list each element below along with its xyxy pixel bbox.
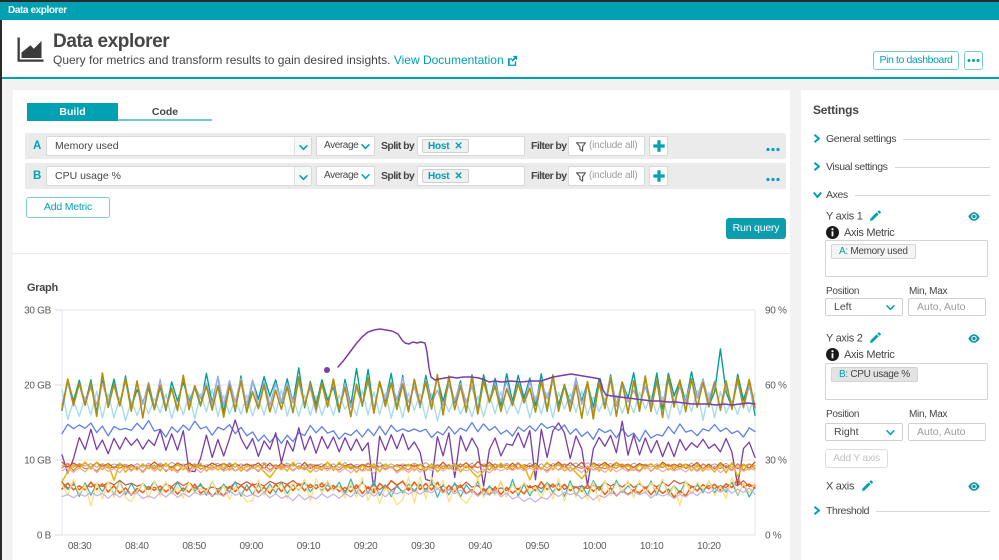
svg-text:10 GB: 10 GB xyxy=(24,456,51,467)
svg-text:09:00: 09:00 xyxy=(240,541,264,552)
svg-text:08:40: 08:40 xyxy=(125,541,149,552)
svg-text:08:50: 08:50 xyxy=(182,541,206,552)
svg-text:10:10: 10:10 xyxy=(640,541,664,552)
svg-text:20 GB: 20 GB xyxy=(24,381,51,392)
svg-text:0 %: 0 % xyxy=(765,531,782,542)
svg-text:10:00: 10:00 xyxy=(583,541,607,552)
svg-text:09:40: 09:40 xyxy=(468,541,492,552)
svg-text:10:20: 10:20 xyxy=(697,541,721,552)
svg-text:09:20: 09:20 xyxy=(354,541,378,552)
svg-text:60 %: 60 % xyxy=(765,381,787,392)
svg-text:09:30: 09:30 xyxy=(411,541,435,552)
svg-text:0 B: 0 B xyxy=(37,531,52,542)
svg-text:09:50: 09:50 xyxy=(526,541,550,552)
svg-text:30 GB: 30 GB xyxy=(24,306,51,317)
svg-text:08:30: 08:30 xyxy=(68,541,92,552)
svg-text:90 %: 90 % xyxy=(765,306,787,317)
svg-text:30 %: 30 % xyxy=(765,456,787,467)
svg-text:09:10: 09:10 xyxy=(297,541,321,552)
